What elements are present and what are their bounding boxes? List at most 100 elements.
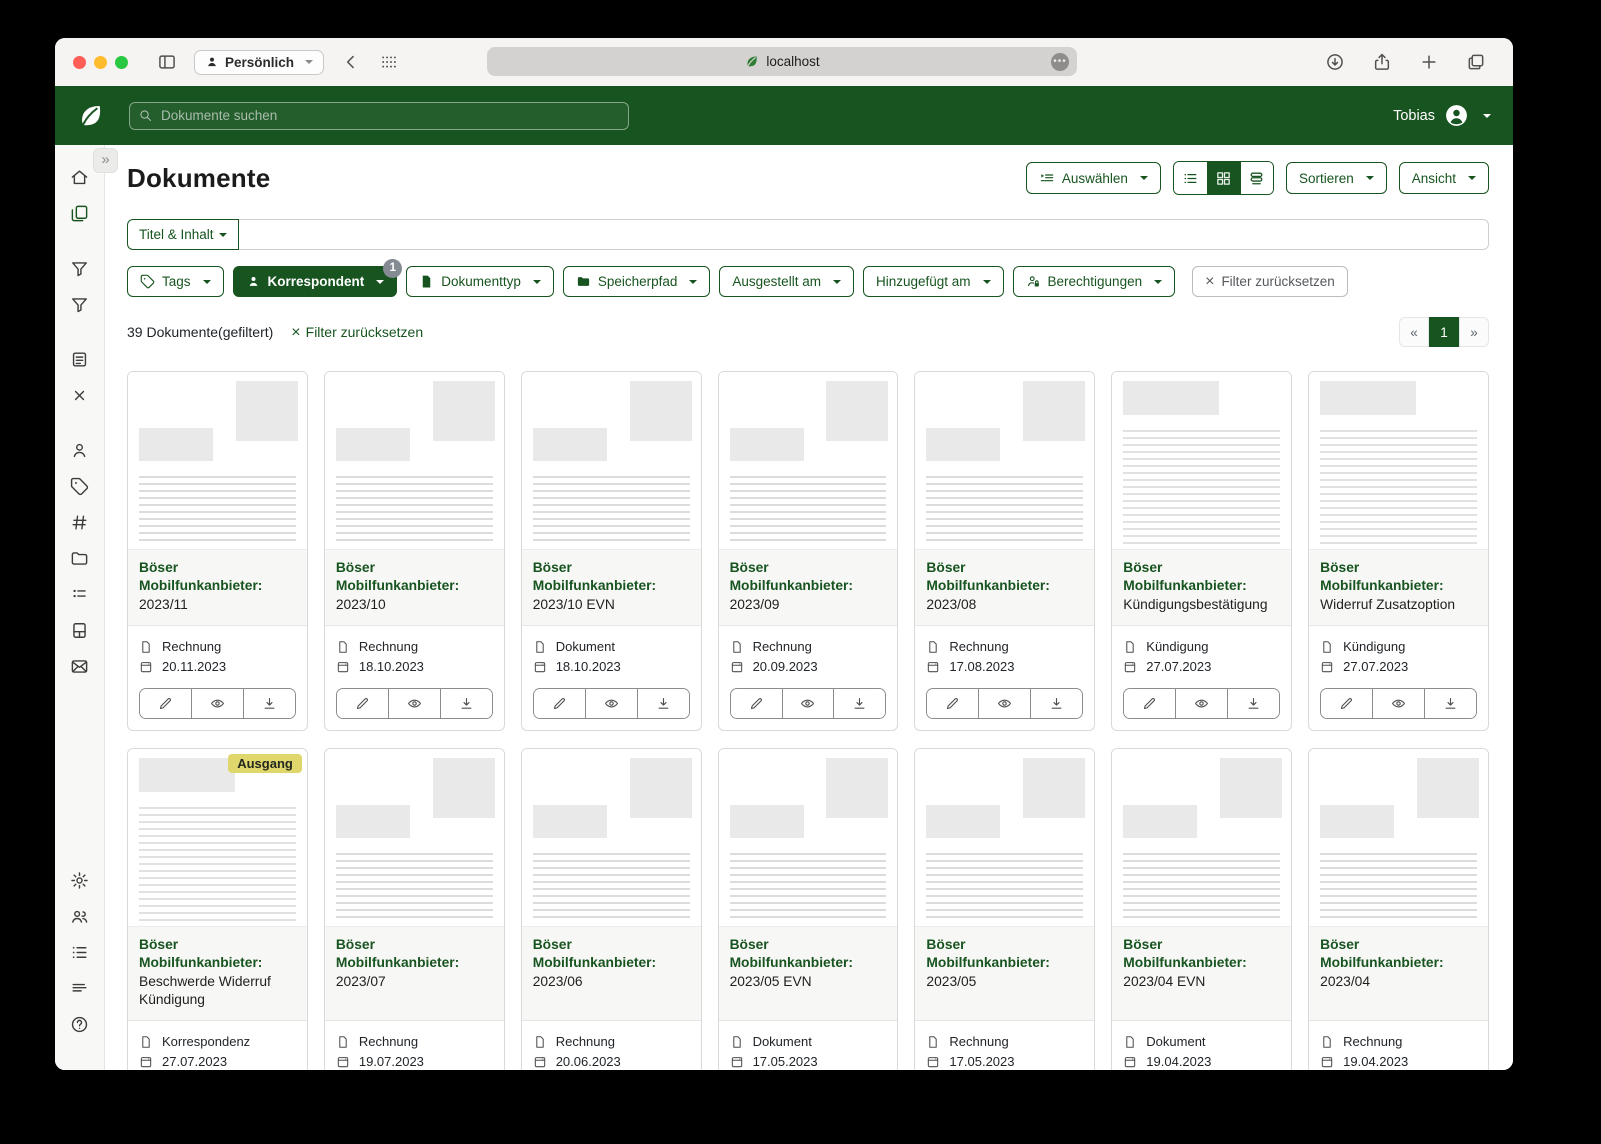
sidebar-toggle-button[interactable] bbox=[153, 48, 181, 76]
view-document-button[interactable] bbox=[190, 689, 243, 719]
filter-created-date-button[interactable]: Ausgestellt am bbox=[719, 266, 854, 297]
view-document-button[interactable] bbox=[584, 689, 637, 719]
title-content-search-input[interactable] bbox=[238, 219, 1489, 250]
document-title-link[interactable]: Böser Mobilfunkanbieter: Kündigungsbestä… bbox=[1112, 550, 1292, 627]
document-title-link[interactable]: Böser Mobilfunkanbieter: 2023/11 bbox=[128, 550, 307, 627]
document-title-link[interactable]: Böser Mobilfunkanbieter: Beschwerde Wide… bbox=[128, 927, 307, 1022]
sidebar-item-documents[interactable] bbox=[62, 195, 98, 231]
list-view-button[interactable] bbox=[1173, 162, 1207, 194]
document-title-link[interactable]: Böser Mobilfunkanbieter: 2023/06 bbox=[521, 927, 701, 1022]
download-document-button[interactable] bbox=[833, 689, 886, 719]
document-title-link[interactable]: Böser Mobilfunkanbieter: 2023/10 bbox=[324, 550, 504, 627]
view-document-button[interactable] bbox=[781, 689, 834, 719]
address-bar[interactable]: localhost ••• bbox=[487, 47, 1077, 76]
sidebar-item-help[interactable] bbox=[62, 1006, 98, 1042]
share-button[interactable] bbox=[1368, 48, 1396, 76]
document-thumbnail[interactable] bbox=[915, 372, 1095, 550]
download-document-button[interactable] bbox=[439, 689, 492, 719]
filter-permissions-button[interactable]: Berechtigungen bbox=[1012, 266, 1176, 297]
sidebar-item-mail[interactable] bbox=[62, 648, 98, 684]
document-title-link[interactable]: Böser Mobilfunkanbieter: 2023/08 bbox=[915, 550, 1095, 627]
sidebar-item-saved-view-1[interactable] bbox=[62, 250, 98, 286]
views-button[interactable]: Ansicht bbox=[1398, 162, 1489, 194]
document-title-link[interactable]: Böser Mobilfunkanbieter: Widerruf Zusatz… bbox=[1309, 550, 1488, 627]
filter-tags-button[interactable]: Tags bbox=[127, 266, 224, 297]
download-document-button[interactable] bbox=[1030, 689, 1083, 719]
sidebar-item-settings[interactable] bbox=[62, 862, 98, 898]
filter-storage-path-button[interactable]: Speicherpfad bbox=[562, 266, 711, 297]
reset-filters-button[interactable]: Filter zurücksetzen bbox=[1192, 266, 1348, 297]
download-document-button[interactable] bbox=[242, 689, 295, 719]
edit-document-button[interactable] bbox=[1124, 689, 1176, 719]
document-thumbnail[interactable] bbox=[1112, 749, 1292, 928]
document-thumbnail[interactable] bbox=[1309, 372, 1488, 550]
more-options-icon[interactable]: ••• bbox=[1051, 52, 1069, 71]
paperless-logo-icon[interactable] bbox=[77, 102, 104, 129]
document-thumbnail[interactable] bbox=[521, 749, 701, 928]
document-thumbnail[interactable] bbox=[128, 372, 307, 550]
document-thumbnail[interactable] bbox=[1112, 372, 1292, 550]
edit-document-button[interactable] bbox=[927, 689, 979, 719]
sidebar-item-close-view[interactable] bbox=[62, 377, 98, 413]
sidebar-item-correspondents[interactable] bbox=[62, 432, 98, 468]
expand-sidebar-button[interactable] bbox=[93, 148, 118, 173]
zoom-window-button[interactable] bbox=[115, 55, 128, 69]
filter-added-date-button[interactable]: Hinzugefügt am bbox=[862, 266, 1004, 297]
edit-document-button[interactable] bbox=[140, 689, 191, 719]
sort-button[interactable]: Sortieren bbox=[1285, 162, 1387, 194]
profile-switcher[interactable]: Persönlich bbox=[194, 49, 325, 75]
sidebar-item-saved-view-2[interactable] bbox=[62, 286, 98, 322]
sidebar-item-saved-views[interactable] bbox=[62, 504, 98, 540]
minimize-window-button[interactable] bbox=[94, 55, 107, 69]
document-thumbnail[interactable] bbox=[718, 372, 898, 550]
document-title-link[interactable]: Böser Mobilfunkanbieter: 2023/10 EVN bbox=[521, 550, 701, 627]
view-document-button[interactable] bbox=[1175, 689, 1228, 719]
document-title-link[interactable]: Böser Mobilfunkanbieter: 2023/04 bbox=[1309, 927, 1488, 1022]
prev-page-button[interactable] bbox=[1399, 317, 1429, 347]
close-window-button[interactable] bbox=[73, 55, 86, 69]
tab-groups-button[interactable] bbox=[375, 48, 403, 76]
cards-view-button[interactable] bbox=[1239, 162, 1273, 194]
edit-document-button[interactable] bbox=[336, 689, 388, 719]
download-document-button[interactable] bbox=[1424, 689, 1476, 719]
sidebar-item-document-types[interactable] bbox=[62, 612, 98, 648]
tab-overview-button[interactable] bbox=[1462, 48, 1490, 76]
edit-document-button[interactable] bbox=[1321, 689, 1373, 719]
document-thumbnail[interactable] bbox=[324, 749, 504, 928]
download-document-button[interactable] bbox=[1227, 689, 1280, 719]
sidebar-item-notes[interactable] bbox=[62, 341, 98, 377]
new-tab-button[interactable] bbox=[1415, 48, 1443, 76]
edit-document-button[interactable] bbox=[533, 689, 585, 719]
document-thumbnail[interactable] bbox=[324, 372, 504, 550]
next-page-button[interactable] bbox=[1459, 317, 1489, 347]
view-document-button[interactable] bbox=[387, 689, 440, 719]
document-thumbnail[interactable]: Ausgang bbox=[128, 749, 307, 928]
page-number-button[interactable]: 1 bbox=[1429, 317, 1459, 347]
filter-correspondent-button[interactable]: Korrespondent 1 bbox=[232, 259, 403, 297]
document-search-input[interactable] bbox=[129, 101, 629, 130]
reset-filters-link[interactable]: Filter zurücksetzen bbox=[291, 324, 423, 341]
downloads-button[interactable] bbox=[1321, 48, 1349, 76]
sidebar-item-users-groups[interactable] bbox=[62, 898, 98, 934]
document-title-link[interactable]: Böser Mobilfunkanbieter: 2023/09 bbox=[718, 550, 898, 627]
grid-view-button[interactable] bbox=[1206, 162, 1240, 194]
filter-document-type-button[interactable]: Dokumenttyp bbox=[406, 266, 554, 297]
select-button[interactable]: Auswählen bbox=[1025, 162, 1161, 194]
sidebar-item-tasks[interactable] bbox=[62, 934, 98, 970]
sidebar-item-logs[interactable] bbox=[62, 970, 98, 1006]
document-title-link[interactable]: Böser Mobilfunkanbieter: 2023/07 bbox=[324, 927, 504, 1022]
user-menu[interactable]: Tobias bbox=[1393, 103, 1491, 128]
document-thumbnail[interactable] bbox=[718, 749, 898, 928]
document-thumbnail[interactable] bbox=[915, 749, 1095, 928]
back-button[interactable] bbox=[337, 48, 365, 76]
document-title-link[interactable]: Böser Mobilfunkanbieter: 2023/05 bbox=[915, 927, 1095, 1022]
view-document-button[interactable] bbox=[978, 689, 1031, 719]
edit-document-button[interactable] bbox=[730, 689, 782, 719]
sidebar-item-custom-fields[interactable] bbox=[62, 576, 98, 612]
document-thumbnail[interactable] bbox=[1309, 749, 1488, 928]
document-title-link[interactable]: Böser Mobilfunkanbieter: 2023/04 EVN bbox=[1112, 927, 1292, 1022]
document-title-link[interactable]: Böser Mobilfunkanbieter: 2023/05 EVN bbox=[718, 927, 898, 1022]
download-document-button[interactable] bbox=[636, 689, 689, 719]
sidebar-item-tags[interactable] bbox=[62, 468, 98, 504]
document-thumbnail[interactable] bbox=[521, 372, 701, 550]
